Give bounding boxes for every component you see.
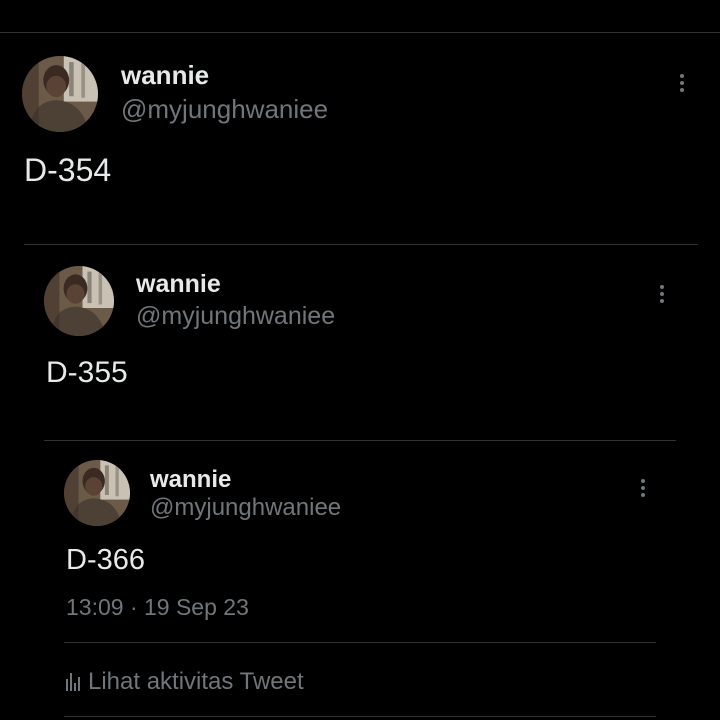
top-divider xyxy=(0,32,720,33)
avatar[interactable] xyxy=(44,266,114,336)
tweet[interactable]: wannie @myjunghwaniee D-354 xyxy=(22,56,698,246)
avatar[interactable] xyxy=(64,460,130,526)
more-vertical-icon[interactable] xyxy=(674,74,690,92)
tweet[interactable]: wannie @myjunghwaniee D-355 xyxy=(44,266,676,442)
tweet-timestamp[interactable]: 13:09 · 19 Sep 23 xyxy=(66,594,249,621)
divider xyxy=(44,440,676,441)
display-name[interactable]: wannie xyxy=(121,60,209,91)
more-vertical-icon[interactable] xyxy=(635,479,651,497)
tweet-text: D-366 xyxy=(66,544,145,576)
activity-label: Lihat aktivitas Tweet xyxy=(88,668,304,695)
view-tweet-activity-link[interactable]: Lihat aktivitas Tweet xyxy=(66,668,304,696)
display-name[interactable]: wannie xyxy=(150,466,231,494)
tweet-text: D-355 xyxy=(46,356,128,389)
tweet[interactable]: wannie @myjunghwaniee D-366 13:09 · 19 S… xyxy=(64,460,658,720)
analytics-bars-icon xyxy=(66,673,80,691)
user-handle[interactable]: @myjunghwaniee xyxy=(121,94,328,125)
divider xyxy=(24,244,698,245)
user-handle[interactable]: @myjunghwaniee xyxy=(136,302,335,331)
avatar[interactable] xyxy=(22,56,98,132)
tweet-text: D-354 xyxy=(24,152,112,188)
divider xyxy=(64,642,656,643)
display-name[interactable]: wannie xyxy=(136,270,221,299)
divider xyxy=(64,716,656,717)
more-vertical-icon[interactable] xyxy=(654,285,670,303)
user-handle[interactable]: @myjunghwaniee xyxy=(150,494,341,522)
